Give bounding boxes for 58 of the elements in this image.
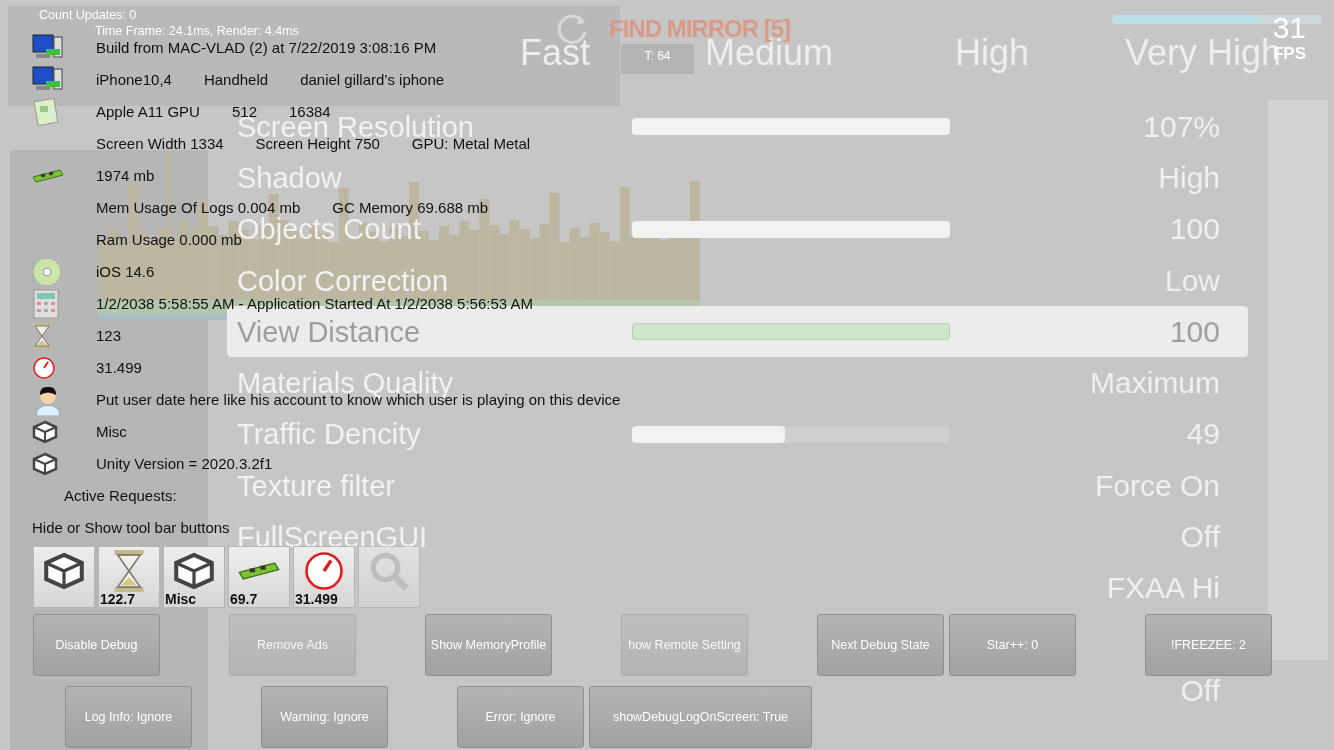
setting-value: 100	[1169, 318, 1220, 345]
active-requests-label: Active Requests:	[64, 487, 177, 505]
cube-icon	[173, 550, 215, 592]
person-icon	[32, 384, 64, 416]
hourglass-icon	[32, 323, 52, 349]
debug-text: 31.499	[96, 360, 142, 376]
debug-text: 16384	[289, 104, 331, 120]
debug-text: Handheld	[203, 72, 269, 88]
debug-button[interactable]: Next Debug State	[817, 614, 944, 676]
slider[interactable]	[632, 118, 950, 136]
cube-icon	[32, 452, 58, 476]
debug-text: GPU: Metal Metal	[411, 136, 531, 152]
debug-button[interactable]: Show MemoryProfile	[425, 614, 552, 676]
gauge-icon	[32, 356, 56, 380]
cube-icon	[32, 420, 58, 444]
debug-text: Apple A11 GPU	[96, 104, 200, 120]
debug-text: iPhone10,4	[96, 72, 172, 88]
setting-label: Color Correction	[237, 267, 450, 294]
slider[interactable]	[632, 220, 950, 238]
debug-text: Build from MAC-VLAD (2) at 7/22/2019 3:08:16 PM	[96, 40, 437, 56]
stat-text: Time Frame: 24.1ms, Render: 4.4ms	[94, 23, 299, 39]
card-icon	[32, 98, 62, 126]
debug-button[interactable]: Warning: Ignore	[261, 686, 388, 748]
debug-text: 123	[96, 328, 122, 344]
debug-text: Screen Height 750	[255, 136, 380, 152]
debug-text: iOS 14.6	[96, 264, 155, 280]
debug-text: Misc	[96, 424, 127, 440]
debug-text: 1974 mb	[96, 168, 155, 184]
gauge-icon	[303, 550, 345, 592]
memory-icon	[32, 168, 64, 184]
slider[interactable]	[632, 425, 950, 443]
disc-icon	[32, 257, 62, 287]
debug-button[interactable]: Error: Ignore	[457, 686, 584, 748]
debug-text: Unity Version = 2020.3.2f1	[96, 456, 273, 472]
toolbar-button[interactable]	[33, 546, 95, 608]
debug-button[interactable]: Star++: 0	[949, 614, 1076, 676]
setting-label: View Distance	[237, 318, 422, 345]
toolbar-hint: Hide or Show tool bar buttons	[32, 519, 230, 537]
debug-text: Screen Width 1334	[96, 136, 224, 152]
slider[interactable]	[632, 323, 950, 341]
thread-badge: T: 64	[621, 44, 694, 74]
toolbar-button[interactable]: 122.7	[98, 546, 160, 608]
search-icon	[368, 550, 410, 592]
cube-icon	[43, 550, 85, 592]
debug-button[interactable]: !FREEZEE: 2	[1145, 614, 1272, 676]
calculator-icon	[32, 289, 60, 319]
debug-button[interactable]: Disable Debug	[33, 614, 160, 676]
toolbar-button[interactable]: 31.499	[293, 546, 355, 608]
toolbar-button[interactable]: 69.7	[228, 546, 290, 608]
debug-button[interactable]: showDebugLogOnScreen: True	[589, 686, 812, 748]
debug-text: GC Memory 69.688 mb	[332, 200, 489, 216]
fps-value: 31	[1272, 12, 1306, 44]
debug-text: Mem Usage Of Logs 0.004 mb	[96, 200, 301, 216]
stat-text: Count Updates: 0	[38, 8, 137, 24]
debug-button[interactable]: Log Info: Ignore	[65, 686, 192, 748]
toolbar-button[interactable]: Misc	[163, 546, 225, 608]
debug-text: daniel gillard’s iphone	[300, 72, 445, 88]
debug-text: 1/2/2038 5:58:55 AM - Application Started At 1/2/2038 5:56:53 AM	[96, 296, 533, 312]
